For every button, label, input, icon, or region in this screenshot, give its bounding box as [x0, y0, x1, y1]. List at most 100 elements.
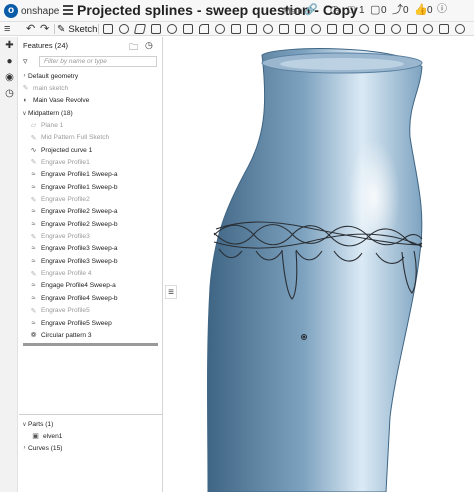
link-icon[interactable]: 🔗	[304, 4, 318, 16]
sweep-icon: ≈	[31, 257, 36, 265]
feature-item[interactable]: ✎ Engrave Profile1	[29, 156, 169, 168]
curves-group-label: Curves (15)	[28, 444, 63, 452]
feature-item-label: Projected curve 1	[41, 146, 93, 154]
transform-icon[interactable]	[343, 24, 353, 34]
feature-item-label: Engrave Profile2 Sweep-b	[41, 220, 118, 228]
appearance-icon[interactable]: ◉	[4, 73, 15, 83]
feature-item[interactable]: ≈ Engrave Profile5 Sweep	[29, 317, 169, 329]
feature-item[interactable]: ◐ Main Vase Revolve	[21, 95, 161, 107]
custom-feature-icon[interactable]	[455, 24, 465, 34]
redo-icon[interactable]: ↷	[40, 23, 49, 35]
comments-rail-icon[interactable]: ●	[4, 57, 15, 67]
feature-item[interactable]: ✎ main sketch	[21, 82, 161, 94]
feature-item[interactable]: ∿ Projected curve 1	[29, 144, 169, 156]
feature-item[interactable]: ≈ Engrave Profile2 Sweep-a	[29, 206, 169, 218]
feature-tree-icon[interactable]: ✚	[4, 41, 15, 51]
feature-item[interactable]: ✎ Engrave Profile5	[29, 305, 169, 317]
feature-item[interactable]: ≈ Engage Profile4 Sweep-a	[29, 280, 169, 292]
feature-item[interactable]: ✎ Engrave Profile 4	[29, 268, 169, 280]
comments-icon[interactable]: ▢	[370, 4, 380, 16]
plane-icon: ▱	[30, 122, 37, 130]
feature-item[interactable]: ▱ Plane 1	[29, 119, 169, 131]
sweep-icon[interactable]	[133, 24, 147, 34]
notifications-icon[interactable]: □	[348, 4, 355, 16]
loft-icon[interactable]	[151, 24, 161, 34]
filter-input[interactable]	[39, 55, 157, 67]
sketch-icon: ✎	[30, 159, 37, 167]
hole-icon[interactable]	[215, 24, 225, 34]
feature-item[interactable]: ✎ Engrave Profile3	[29, 231, 169, 243]
sketch-icon: ✎	[30, 233, 37, 241]
rib-icon[interactable]	[263, 24, 273, 34]
feature-item-label: Engrave Profile1 Sweep-a	[41, 171, 118, 179]
sweep-icon: ≈	[31, 282, 36, 290]
folder-icon[interactable]: 🗀	[129, 40, 138, 56]
feature-item[interactable]: ✎ Mid Pattern Full Sketch	[29, 132, 169, 144]
part-item[interactable]: ▣ elven1	[31, 430, 171, 442]
chamfer-icon[interactable]	[199, 24, 209, 34]
plane-icon[interactable]	[359, 24, 369, 34]
top-header: o onshape Projected splines - sweep ques…	[0, 0, 474, 22]
helix-icon[interactable]	[391, 24, 401, 34]
chevron-right-icon[interactable]: ›	[21, 445, 28, 451]
vase-model[interactable]	[164, 37, 474, 492]
feature-item[interactable]: ≈ Engrave Profile3 Sweep-a	[29, 243, 169, 255]
measure-icon[interactable]	[439, 24, 449, 34]
history-icon[interactable]: ◷	[330, 4, 340, 16]
graphics-area[interactable]	[164, 37, 474, 492]
share-count: 0	[403, 5, 409, 16]
split-icon[interactable]	[327, 24, 337, 34]
feature-toolbar: ≡ ↶ ↷ ✎ Sketch	[0, 22, 474, 36]
revolve-icon: ◐	[23, 97, 28, 105]
surface-icon[interactable]	[423, 24, 433, 34]
mate-connector-icon[interactable]	[375, 24, 385, 34]
chevron-right-icon[interactable]: ›	[21, 73, 28, 79]
feature-item[interactable]: ≈ Engrave Profile1 Sweep-b	[29, 181, 169, 193]
feature-item[interactable]: ≈ Engrave Profile1 Sweep-a	[29, 169, 169, 181]
panel-divider[interactable]	[19, 414, 163, 415]
share-icon[interactable]: ⤴	[392, 4, 403, 16]
chevron-down-icon[interactable]: ∨	[21, 421, 28, 428]
notifications-count: 1	[359, 5, 365, 16]
sketch-icon: ✎	[30, 134, 37, 142]
version-history-icon[interactable]: ◷	[4, 89, 15, 99]
feature-item-label: Engrave Profile2 Sweep-a	[41, 208, 118, 216]
sketch-button-label: Sketch	[68, 23, 98, 35]
extrude-icon[interactable]	[103, 24, 113, 34]
draft-icon[interactable]	[247, 24, 257, 34]
boolean-icon[interactable]	[311, 24, 321, 34]
menu-icon[interactable]	[63, 5, 73, 16]
curves-group[interactable]: › Curves (15)	[21, 442, 161, 454]
revolve-icon[interactable]	[119, 24, 129, 34]
rollback-clock-icon[interactable]: ◷	[145, 40, 153, 51]
sketch-button[interactable]: ✎ Sketch	[57, 22, 97, 36]
feature-item[interactable]: ✎ Engrave Profile2	[29, 194, 169, 206]
sheet-metal-icon[interactable]	[407, 24, 417, 34]
thicken-icon[interactable]	[167, 24, 177, 34]
feature-item[interactable]: ≈ Engrave Profile3 Sweep-b	[29, 255, 169, 267]
feature-item-label: Engrave Profile5 Sweep	[41, 319, 112, 327]
help-icon[interactable]: ⓘ	[437, 4, 447, 16]
feature-item[interactable]: ∨ Midpattern (18)	[21, 107, 161, 119]
undo-icon[interactable]: ↶	[26, 23, 35, 35]
onshape-logo[interactable]: o onshape	[4, 4, 59, 18]
feature-item[interactable]: ❁ Circular pattern 3	[29, 329, 169, 341]
fillet-icon[interactable]	[183, 24, 193, 34]
shell-icon[interactable]	[231, 24, 241, 34]
pattern-icon[interactable]	[279, 24, 289, 34]
feature-item-label: Mid Pattern Full Sketch	[41, 134, 110, 142]
feature-item[interactable]: ≈ Engrave Profile2 Sweep-b	[29, 218, 169, 230]
chevron-down-icon[interactable]: ∨	[21, 110, 28, 117]
feature-item[interactable]: ≈ Engrave Profile4 Sweep-b	[29, 292, 169, 304]
collapse-panel-icon[interactable]: ≡	[165, 285, 177, 299]
feature-item-label: Engrave Profile 4	[41, 270, 92, 278]
branch-label[interactable]: Main	[283, 6, 303, 16]
parts-group[interactable]: ∨ Parts (1)	[21, 418, 161, 430]
rollback-bar[interactable]	[23, 343, 158, 346]
like-icon[interactable]: 👍	[414, 4, 428, 16]
sketch-icon: ✎	[30, 270, 37, 278]
feature-list-toggle-icon[interactable]: ≡	[4, 23, 10, 35]
feature-item[interactable]: › Default geometry	[21, 70, 161, 82]
likes-count: 0	[427, 5, 433, 16]
mirror-icon[interactable]	[295, 24, 305, 34]
